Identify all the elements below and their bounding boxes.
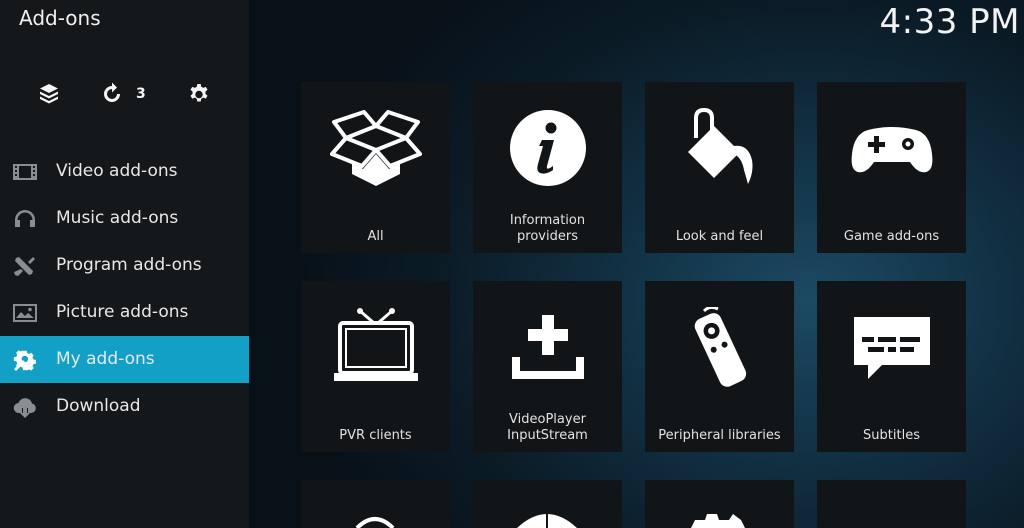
tools-icon	[14, 257, 35, 276]
settings-tools-icon	[13, 350, 36, 371]
tv-icon	[333, 308, 418, 381]
globe-icon	[355, 517, 395, 528]
sidebar-item-label: Music add-ons	[56, 208, 179, 228]
tile-all[interactable]: All	[301, 82, 450, 253]
sidebar-item-program-addons[interactable]: Program add-ons	[0, 242, 249, 289]
tile-label-line2: PVR clients	[339, 428, 412, 443]
tile-label-line2: Peripheral libraries	[658, 428, 781, 443]
update-count: 3	[136, 86, 146, 102]
sidebar: Add-ons 3 Video add-ons Music add-ons Pr…	[0, 0, 249, 528]
paint-bucket-icon	[687, 108, 752, 184]
sidebar-item-video-addons[interactable]: Video add-ons	[0, 148, 249, 195]
globe-icon	[517, 511, 577, 528]
sidebar-item-music-addons[interactable]: Music add-ons	[0, 195, 249, 242]
tile-label-line1: VideoPlayer	[509, 412, 586, 427]
settings-button[interactable]	[183, 78, 215, 110]
gear-icon	[691, 514, 745, 528]
film-icon	[13, 164, 37, 180]
input-stream-icon	[511, 315, 584, 379]
sidebar-item-label: Program add-ons	[56, 255, 202, 275]
tile-pvr-clients[interactable]: PVR clients	[301, 281, 450, 452]
package-box-button[interactable]	[33, 78, 65, 110]
tile-row3-1[interactable]	[301, 480, 450, 528]
clock: 4:33 PM	[879, 2, 1020, 42]
tile-row3-2[interactable]	[473, 480, 622, 528]
tile-label-line2: InputStream	[507, 428, 588, 443]
tile-peripheral-libraries[interactable]: Peripheral libraries	[645, 281, 794, 452]
subtitles-icon	[853, 317, 930, 379]
package-box-icon	[40, 84, 58, 104]
tile-game-addons[interactable]: Game add-ons	[817, 82, 966, 253]
gamepad-icon	[851, 127, 932, 173]
sidebar-item-label: Video add-ons	[56, 161, 178, 181]
tile-information-providers[interactable]: Information providers	[473, 82, 622, 253]
open-box-icon	[329, 110, 422, 186]
tile-label-line2: Subtitles	[863, 428, 920, 443]
gear-icon	[190, 84, 208, 102]
refresh-button[interactable]	[96, 78, 128, 110]
tile-look-and-feel[interactable]: Look and feel	[645, 82, 794, 253]
sidebar-item-picture-addons[interactable]: Picture add-ons	[0, 289, 249, 336]
cloud-download-icon	[13, 398, 36, 418]
sidebar-item-label: Picture add-ons	[56, 302, 189, 322]
sidebar-toolbar: 3	[0, 78, 249, 112]
tile-label-line2: Look and feel	[675, 229, 764, 244]
sidebar-item-label: My add-ons	[56, 349, 155, 369]
sidebar-item-label: Download	[56, 396, 141, 416]
tile-label-line1: Information	[509, 213, 586, 228]
headphones-icon	[15, 210, 35, 227]
tile-subtitles[interactable]: Subtitles	[817, 281, 966, 452]
picture-icon	[13, 304, 37, 322]
sidebar-item-download[interactable]: Download	[0, 383, 249, 430]
tile-row3-4[interactable]	[817, 480, 966, 528]
tile-label-line2: Game add-ons	[843, 229, 940, 244]
sidebar-item-my-addons[interactable]: My add-ons	[0, 336, 249, 383]
remote-icon	[694, 307, 746, 387]
tile-videoplayer-inputstream[interactable]: VideoPlayer InputStream	[473, 281, 622, 452]
tile-label-line2: All	[367, 229, 384, 244]
page-title: Add-ons	[19, 6, 101, 30]
sidebar-nav: Video add-ons Music add-ons Program add-…	[0, 148, 249, 430]
refresh-icon	[104, 82, 120, 102]
tile-row3-3[interactable]	[645, 480, 794, 528]
tile-label-line2: providers	[517, 229, 578, 244]
info-icon	[509, 110, 586, 186]
